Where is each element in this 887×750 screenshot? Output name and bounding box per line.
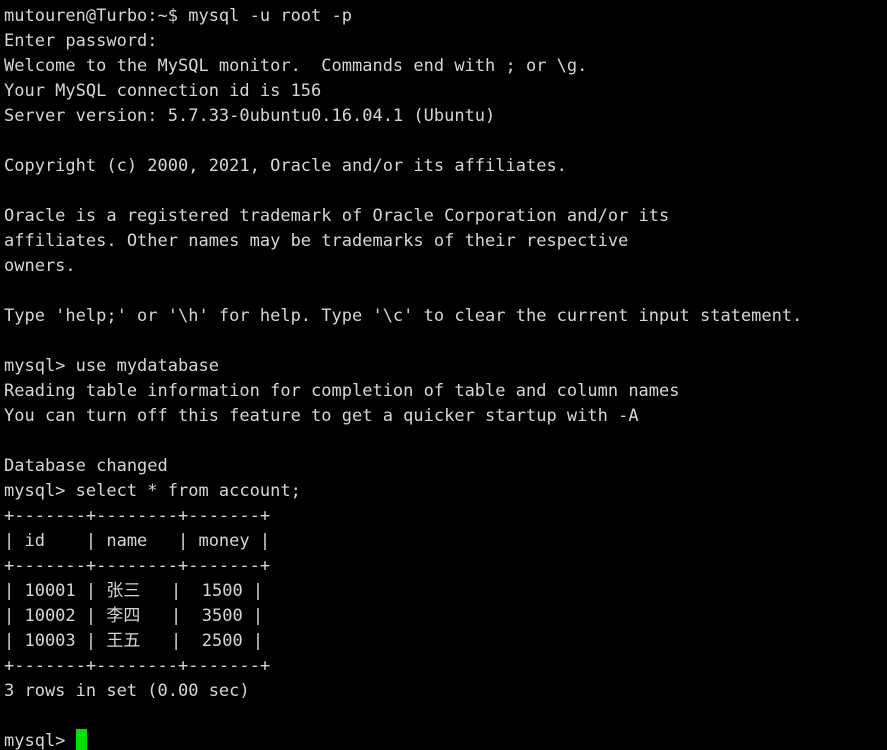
terminal-line: Database changed (4, 456, 168, 476)
terminal-line: | 10001 | 张三 | 1500 | (4, 581, 264, 601)
text-cursor (75, 729, 87, 750)
terminal-line: affiliates. Other names may be trademark… (4, 231, 629, 251)
terminal-line: Reading table information for completion… (4, 381, 680, 401)
terminal-line: | 10002 | 李四 | 3500 | (4, 606, 264, 626)
terminal-line: Enter password: (4, 31, 158, 51)
terminal-line: mysql> select * from account; (4, 481, 301, 501)
terminal-line: Welcome to the MySQL monitor. Commands e… (4, 56, 588, 76)
terminal-prompt-line[interactable]: mysql> (4, 729, 887, 750)
terminal-line: Oracle is a registered trademark of Orac… (4, 206, 670, 226)
terminal-line: Your MySQL connection id is 156 (4, 81, 322, 101)
terminal-line: +-------+--------+-------+ (4, 506, 271, 526)
terminal-line: 3 rows in set (0.00 sec) (4, 681, 250, 701)
terminal-line: Server version: 5.7.33-0ubuntu0.16.04.1 … (4, 106, 496, 126)
terminal-line: mysql> use mydatabase (4, 356, 219, 376)
terminal-output[interactable]: mutouren@Turbo:~$ mysql -u root -p Enter … (0, 0, 887, 750)
terminal-line: | id | name | money | (4, 531, 271, 551)
mysql-prompt: mysql> (4, 731, 76, 750)
terminal-line: mutouren@Turbo:~$ mysql -u root -p (4, 6, 352, 26)
terminal-line: Copyright (c) 2000, 2021, Oracle and/or … (4, 156, 567, 176)
terminal-line: owners. (4, 256, 76, 276)
terminal-line: +-------+--------+-------+ (4, 656, 271, 676)
terminal-line: | 10003 | 王五 | 2500 | (4, 631, 264, 651)
terminal-line: You can turn off this feature to get a q… (4, 406, 639, 426)
terminal-line: +-------+--------+-------+ (4, 556, 271, 576)
terminal-line: Type 'help;' or '\h' for help. Type '\c'… (4, 306, 803, 326)
